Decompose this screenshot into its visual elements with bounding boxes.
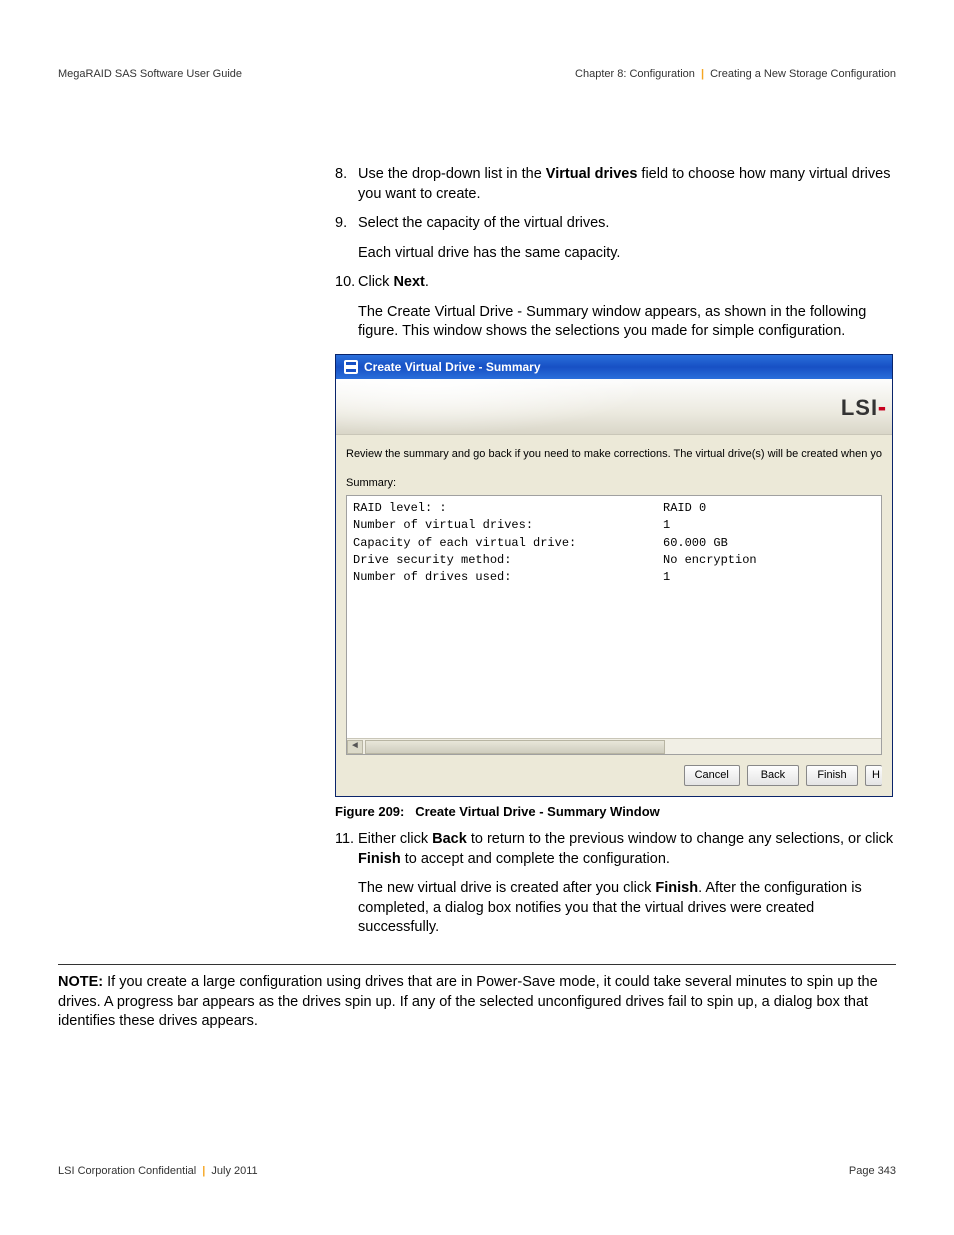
finish-button[interactable]: Finish (806, 765, 858, 786)
step-text: Select the capacity of the virtual drive… (358, 215, 609, 231)
dialog-title: Create Virtual Drive - Summary (364, 359, 541, 375)
lsi-logo: LSI▪▪ (841, 393, 884, 423)
step-number: 11. (335, 830, 354, 850)
b: Back (432, 831, 467, 847)
dialog-titlebar: Create Virtual Drive - Summary (336, 355, 892, 379)
logo-dots-icon: ▪▪ (878, 400, 884, 416)
scroll-left-icon[interactable]: ◄ (347, 740, 363, 754)
figure-number: Figure 209: (335, 804, 404, 819)
page-footer: LSI Corporation Confidential | July 2011… (58, 1165, 896, 1177)
step-10-sub: The Create Virtual Drive - Summary windo… (358, 303, 896, 342)
step-text-bold: Next (393, 274, 424, 290)
logo-text: LSI (841, 395, 878, 420)
step-text-pre: Use the drop-down list in the (358, 166, 546, 182)
b: Finish (358, 851, 401, 867)
figure-title: Create Virtual Drive - Summary Window (415, 804, 660, 819)
t: to accept and complete the configuration… (401, 851, 670, 867)
summary-row: Number of virtual drives:1 (353, 517, 875, 534)
app-icon (344, 360, 358, 374)
header-section: Creating a New Storage Configuration (710, 68, 896, 80)
step-text-pre: Click (358, 274, 393, 290)
note-body: If you create a large configuration usin… (58, 974, 878, 1029)
step-number: 10. (335, 273, 355, 293)
footer-confidential: LSI Corporation Confidential (58, 1165, 196, 1177)
step-11: 11. Either click Back to return to the p… (335, 830, 896, 869)
step-text-post: . (425, 274, 429, 290)
step-number: 9. (335, 214, 347, 234)
dialog-button-row: Cancel Back Finish H (346, 755, 882, 796)
step-9-sub: Each virtual drive has the same capacity… (358, 244, 896, 264)
main-content: 8. Use the drop-down list in the Virtual… (335, 165, 896, 1032)
step-10: 10. Click Next. (335, 273, 896, 293)
dialog-description: Review the summary and go back if you ne… (346, 447, 882, 462)
step-text-bold: Virtual drives (546, 166, 638, 182)
step-number: 8. (335, 165, 347, 185)
footer-left: LSI Corporation Confidential | July 2011 (58, 1165, 258, 1177)
summary-textarea[interactable]: RAID level: :RAID 0 Number of virtual dr… (346, 495, 882, 755)
cancel-button[interactable]: Cancel (684, 765, 740, 786)
step-8: 8. Use the drop-down list in the Virtual… (335, 165, 896, 204)
b: Finish (655, 880, 698, 896)
summary-label: Summary: (346, 476, 882, 491)
summary-row: RAID level: :RAID 0 (353, 500, 875, 517)
footer-separator: | (202, 1165, 205, 1177)
note-divider (58, 964, 896, 973)
header-left: MegaRAID SAS Software User Guide (58, 68, 242, 80)
figure-caption: Figure 209: Create Virtual Drive - Summa… (335, 803, 896, 821)
t: Either click (358, 831, 432, 847)
footer-date: July 2011 (211, 1165, 257, 1177)
dialog-body: Review the summary and go back if you ne… (336, 435, 892, 796)
header-right: Chapter 8: Configuration | Creating a Ne… (575, 68, 896, 80)
back-button[interactable]: Back (747, 765, 799, 786)
scroll-thumb[interactable] (365, 740, 665, 754)
help-button-cut[interactable]: H (865, 765, 882, 786)
t: to return to the previous window to chan… (467, 831, 893, 847)
note-block: NOTE: If you create a large configuratio… (58, 973, 896, 1032)
header-chapter: Chapter 8: Configuration (575, 68, 695, 80)
dialog-create-virtual-drive-summary: Create Virtual Drive - Summary LSI▪▪ Rev… (335, 354, 893, 797)
t: The new virtual drive is created after y… (358, 880, 655, 896)
horizontal-scrollbar[interactable]: ◄ (347, 738, 881, 754)
header-separator: | (701, 68, 704, 80)
dialog-banner: LSI▪▪ (336, 379, 892, 435)
footer-page: Page 343 (849, 1165, 896, 1177)
page-header: MegaRAID SAS Software User Guide Chapter… (58, 68, 896, 80)
summary-row: Drive security method:No encryption (353, 552, 875, 569)
step-11-sub: The new virtual drive is created after y… (358, 879, 896, 938)
step-9: 9. Select the capacity of the virtual dr… (335, 214, 896, 234)
note-label: NOTE: (58, 974, 103, 990)
summary-row: Number of drives used:1 (353, 569, 875, 586)
summary-row: Capacity of each virtual drive:60.000 GB (353, 535, 875, 552)
